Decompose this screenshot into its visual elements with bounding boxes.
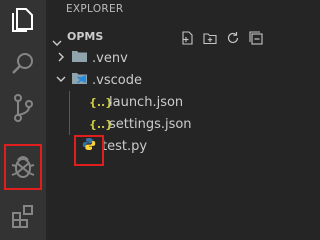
test-py-highlight-box (74, 135, 104, 166)
collapse-all-icon[interactable] (249, 30, 263, 45)
refresh-icon[interactable] (226, 30, 240, 44)
explorer-actions (180, 30, 263, 45)
debug-highlight-box (4, 144, 42, 190)
source-control-icon (10, 93, 36, 123)
explorer-title: EXPLORER (66, 3, 124, 15)
tree-item-label: .vscode (92, 72, 142, 88)
folder-icon (72, 50, 92, 66)
workspace-section-header[interactable]: OPMS (46, 26, 307, 48)
indent-guide (69, 91, 70, 135)
tree-item-venv[interactable]: .venv (56, 47, 128, 69)
chevron-down-icon (56, 73, 72, 88)
tree-item-label: .venv (92, 50, 128, 66)
tree-item-vscode[interactable]: .vscode (56, 69, 142, 91)
tree-item-label: launch.json (109, 94, 184, 110)
tree-item-launch-json[interactable]: {..} launch.json (89, 91, 183, 113)
files-icon (10, 6, 36, 34)
chevron-right-icon (56, 51, 72, 66)
json-icon: {..} (89, 117, 114, 131)
vscode-folder-icon (72, 72, 92, 89)
activity-search[interactable] (0, 44, 46, 84)
workspace-title: OPMS (67, 30, 104, 43)
json-icon: {..} (89, 95, 114, 109)
activity-explorer[interactable] (0, 0, 46, 40)
tree-item-label: settings.json (109, 116, 192, 132)
activity-bar (0, 0, 46, 240)
tree-item-label: test.py (102, 138, 148, 154)
activity-extensions[interactable] (0, 196, 46, 236)
search-icon (10, 51, 36, 77)
new-folder-icon[interactable] (203, 30, 217, 45)
explorer-sidebar: EXPLORER OPMS .venv .vscode {..} launch.… (46, 0, 307, 240)
extensions-icon (10, 203, 36, 229)
new-file-icon[interactable] (180, 30, 194, 45)
tree-item-settings-json[interactable]: {..} settings.json (89, 113, 192, 135)
activity-source-control[interactable] (0, 88, 46, 128)
